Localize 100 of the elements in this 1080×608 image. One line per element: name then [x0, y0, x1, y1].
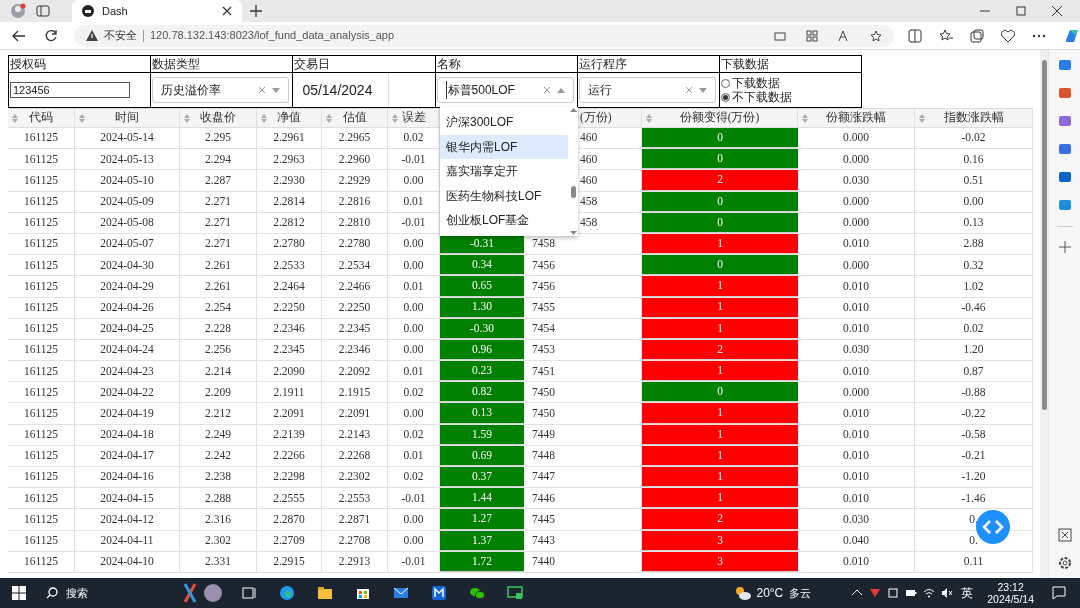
clock-date[interactable]: 2024/5/14	[987, 593, 1034, 605]
dropdown-option[interactable]: 嘉实瑞享定开	[440, 159, 568, 184]
scroll-down-icon[interactable]	[569, 231, 577, 235]
collections-icon[interactable]	[970, 28, 984, 43]
scrollbar-thumb[interactable]	[570, 185, 576, 198]
dropdown-option[interactable]: 银华内需LOF	[440, 134, 568, 159]
notification-icon[interactable]	[1052, 586, 1066, 600]
back-icon[interactable]	[12, 29, 26, 42]
task-view-icon[interactable]	[241, 585, 257, 601]
table-cell-text: -0.88	[961, 384, 986, 400]
scrollbar-thumb[interactable]	[1041, 60, 1047, 410]
address-bar[interactable]: 不安全 120.78.132.143:8023/lof_fund_data_analysis_app	[74, 24, 894, 47]
browser-tab[interactable]: Dash	[72, 0, 242, 22]
dropdown-option[interactable]: 创业板LOF基金	[440, 208, 568, 233]
table-cell-text: 0.00	[963, 194, 984, 210]
caret-icon[interactable]	[698, 87, 707, 93]
table-cell-text: 161125	[23, 299, 59, 315]
table-cell-text: 0.010	[843, 321, 869, 337]
scroll-up-icon[interactable]	[569, 108, 577, 112]
table-cell: 1.59	[440, 424, 524, 445]
reload-icon[interactable]	[44, 28, 58, 43]
clock-time[interactable]: 23:12	[997, 581, 1024, 593]
column-header[interactable]: 误差	[401, 109, 426, 127]
dropdown-menu[interactable]: 沪深300LOF 银华内需LOF 嘉实瑞享定开 医药生物科技LOF 创业板LOF基金	[440, 107, 578, 236]
windows-icon[interactable]	[12, 586, 26, 600]
sidebar-toggle-icon[interactable]	[1057, 528, 1072, 542]
table-cell-text: 0.000	[843, 151, 869, 167]
table-cell-text: 2024-04-25	[100, 321, 154, 337]
ime-indicator[interactable]: 英	[961, 584, 974, 602]
column-header[interactable]: (万份)	[580, 109, 612, 127]
apps-icon[interactable]	[806, 29, 818, 42]
column-header[interactable]: 估值	[342, 109, 367, 127]
column-header[interactable]: 份额变得(万份)	[679, 109, 760, 127]
remote-desktop-icon[interactable]	[507, 585, 523, 601]
maximize-icon[interactable]	[1016, 6, 1026, 16]
table-cell-text: 7451	[532, 363, 555, 379]
column-header[interactable]: 代码	[29, 109, 53, 127]
table-cell-text: 460	[580, 130, 598, 146]
dropdown-option[interactable]: 沪深300LOF	[440, 110, 568, 135]
table-cell-text: 2.287	[205, 172, 231, 188]
favorites-icon[interactable]	[939, 28, 953, 43]
table-cell: 0.82	[440, 382, 524, 403]
table-cell: 0.96	[440, 339, 524, 361]
device-icon[interactable]	[887, 587, 900, 599]
table-cell-text: 2.2708	[338, 533, 371, 549]
radio-label[interactable]: 不下载数据	[731, 90, 792, 104]
radio-checked-icon[interactable]	[720, 92, 730, 102]
antivirus-icon[interactable]	[869, 587, 882, 599]
copilot-icon[interactable]	[1064, 27, 1080, 44]
chat-icon[interactable]	[469, 585, 485, 601]
column-header[interactable]: 净值	[277, 109, 301, 127]
heart-icon[interactable]	[1001, 28, 1015, 43]
close-icon[interactable]	[1052, 6, 1062, 16]
code-nav-icon[interactable]	[976, 510, 1010, 544]
caret-icon[interactable]	[556, 87, 565, 93]
screen-cast-icon[interactable]	[774, 29, 786, 42]
dropdown-option[interactable]: 医药生物科技LOF	[440, 183, 568, 208]
profile-icon[interactable]	[10, 3, 26, 19]
folder-icon[interactable]	[317, 585, 333, 601]
app-icon[interactable]	[431, 585, 447, 601]
table-cell-text: 2.2871	[338, 511, 371, 527]
radio-label[interactable]: 下载数据	[731, 76, 780, 90]
column-header[interactable]: 份额涨跌幅	[826, 109, 886, 127]
volume-icon[interactable]	[941, 587, 954, 599]
wifi-icon[interactable]	[923, 587, 936, 599]
select-field[interactable]: 历史溢价率	[152, 77, 290, 103]
search-field[interactable]: 搜索	[40, 582, 175, 604]
date-field[interactable]: 05/14/2024	[294, 74, 390, 106]
table-cell-text: 2.2143	[338, 427, 371, 443]
table-cell-text: 0.010	[843, 554, 869, 570]
table-cell: 0	[642, 382, 798, 403]
split-icon[interactable]	[908, 28, 922, 43]
browser-icon[interactable]	[279, 585, 295, 601]
clear-icon[interactable]	[542, 86, 551, 94]
table-cell: 0	[642, 128, 798, 149]
caret-icon[interactable]	[272, 87, 281, 93]
column-header[interactable]: 收盘价	[200, 109, 236, 127]
column-header[interactable]: 时间	[115, 109, 139, 127]
close-icon[interactable]	[222, 6, 232, 16]
select-field[interactable]: 运行	[578, 77, 716, 103]
new-tab-icon[interactable]	[250, 5, 262, 17]
battery-icon[interactable]	[905, 587, 918, 599]
column-header[interactable]: 指数涨跌幅	[943, 109, 1004, 127]
table-cell-text: 2.2268	[338, 448, 371, 464]
clear-icon[interactable]	[258, 86, 267, 94]
clear-icon[interactable]	[684, 86, 693, 94]
settings-icon[interactable]	[1057, 556, 1072, 570]
table-cell-text: 161125	[23, 172, 59, 188]
weather-icon[interactable]	[734, 585, 753, 601]
select-field[interactable]: 标普500LOF	[436, 77, 574, 103]
tab-actions-icon[interactable]	[36, 4, 50, 18]
table-cell-text: 2.2965	[338, 130, 371, 146]
table-cell-text: 2024-04-19	[100, 405, 154, 421]
add-icon[interactable]	[1058, 241, 1071, 253]
input-field[interactable]: 123456	[10, 82, 130, 98]
table-cell-text: 7445	[532, 511, 555, 527]
star-icon[interactable]	[870, 29, 882, 42]
table-cell-text: 0.010	[843, 490, 869, 506]
radio-icon[interactable]	[720, 78, 730, 88]
read-aloud-icon[interactable]	[838, 29, 850, 42]
